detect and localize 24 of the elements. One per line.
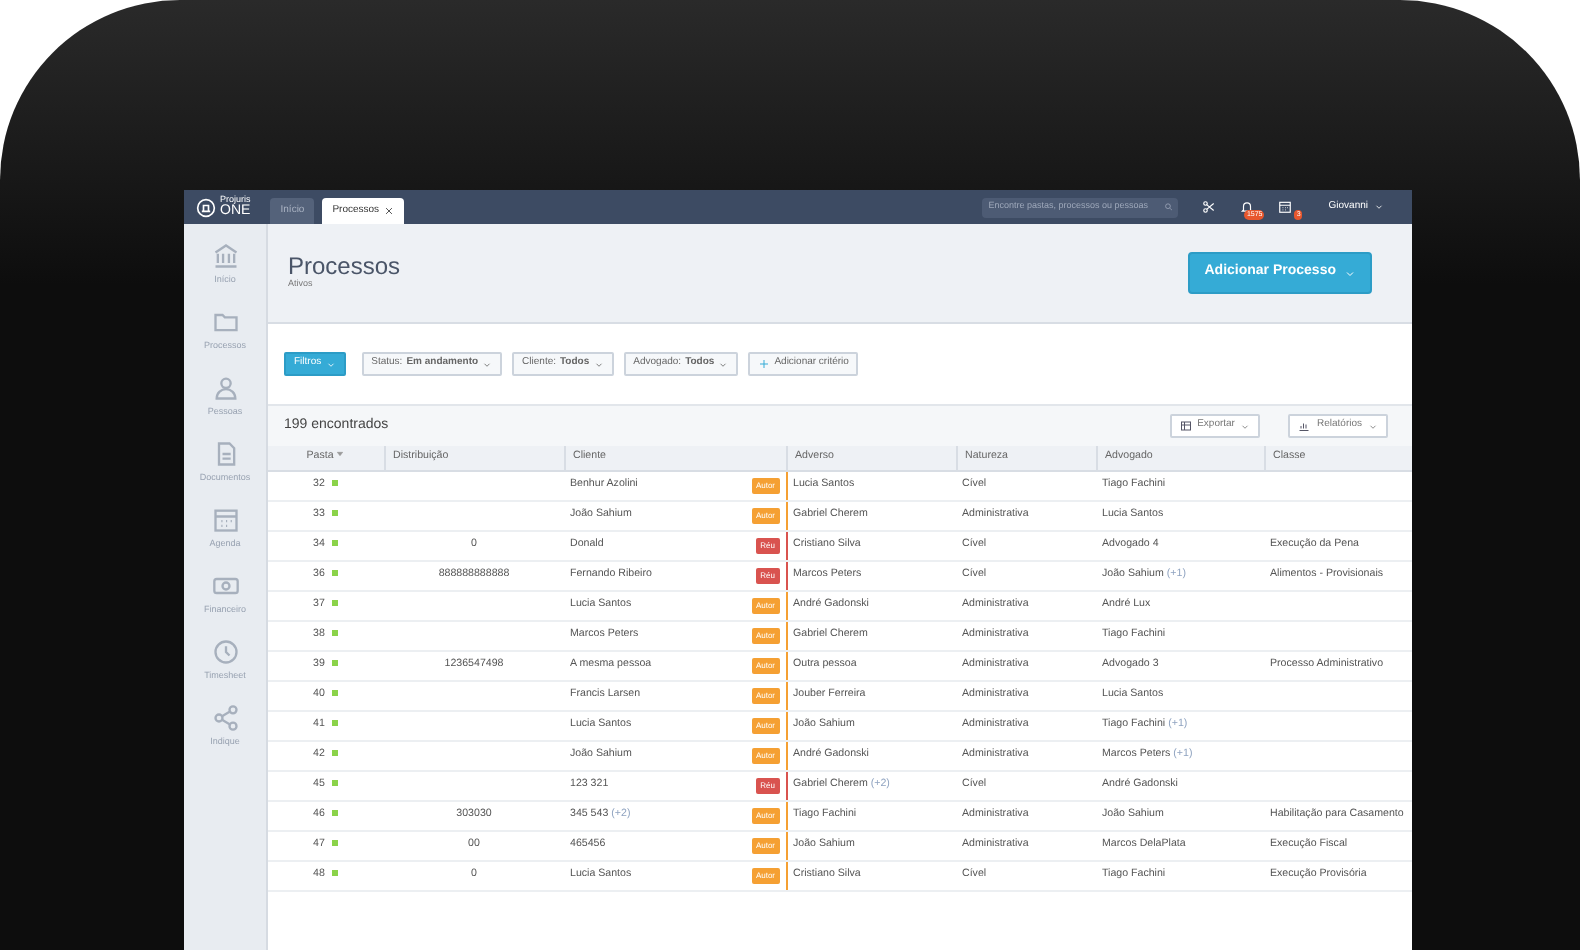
bank-icon: [211, 242, 239, 271]
clock-icon: [211, 638, 239, 667]
bell-icon: [1240, 200, 1255, 214]
caret-icon: [1368, 421, 1378, 431]
folder-icon: [211, 308, 239, 337]
calendar-icon: [1278, 200, 1293, 214]
bar-chart-icon: [1298, 420, 1311, 432]
caret-icon: [1240, 421, 1251, 431]
search-icon: [1163, 202, 1173, 212]
person-icon: [211, 374, 239, 403]
caret-icon: [1374, 202, 1384, 212]
spreadsheet-icon: [1179, 420, 1192, 432]
plus-icon: [758, 358, 771, 370]
calendar-icon: [211, 506, 239, 535]
caret-icon: [482, 359, 493, 369]
page-title: Processos: [288, 254, 401, 279]
share-icon: [211, 704, 239, 733]
scissors-icon: [1202, 200, 1217, 214]
logo-icon: [196, 197, 216, 217]
caret-icon: [325, 359, 336, 369]
caret-icon: [593, 359, 604, 369]
sort-caret-icon: [336, 450, 345, 459]
caret-icon: [1344, 267, 1356, 279]
caret-icon: [718, 359, 729, 369]
